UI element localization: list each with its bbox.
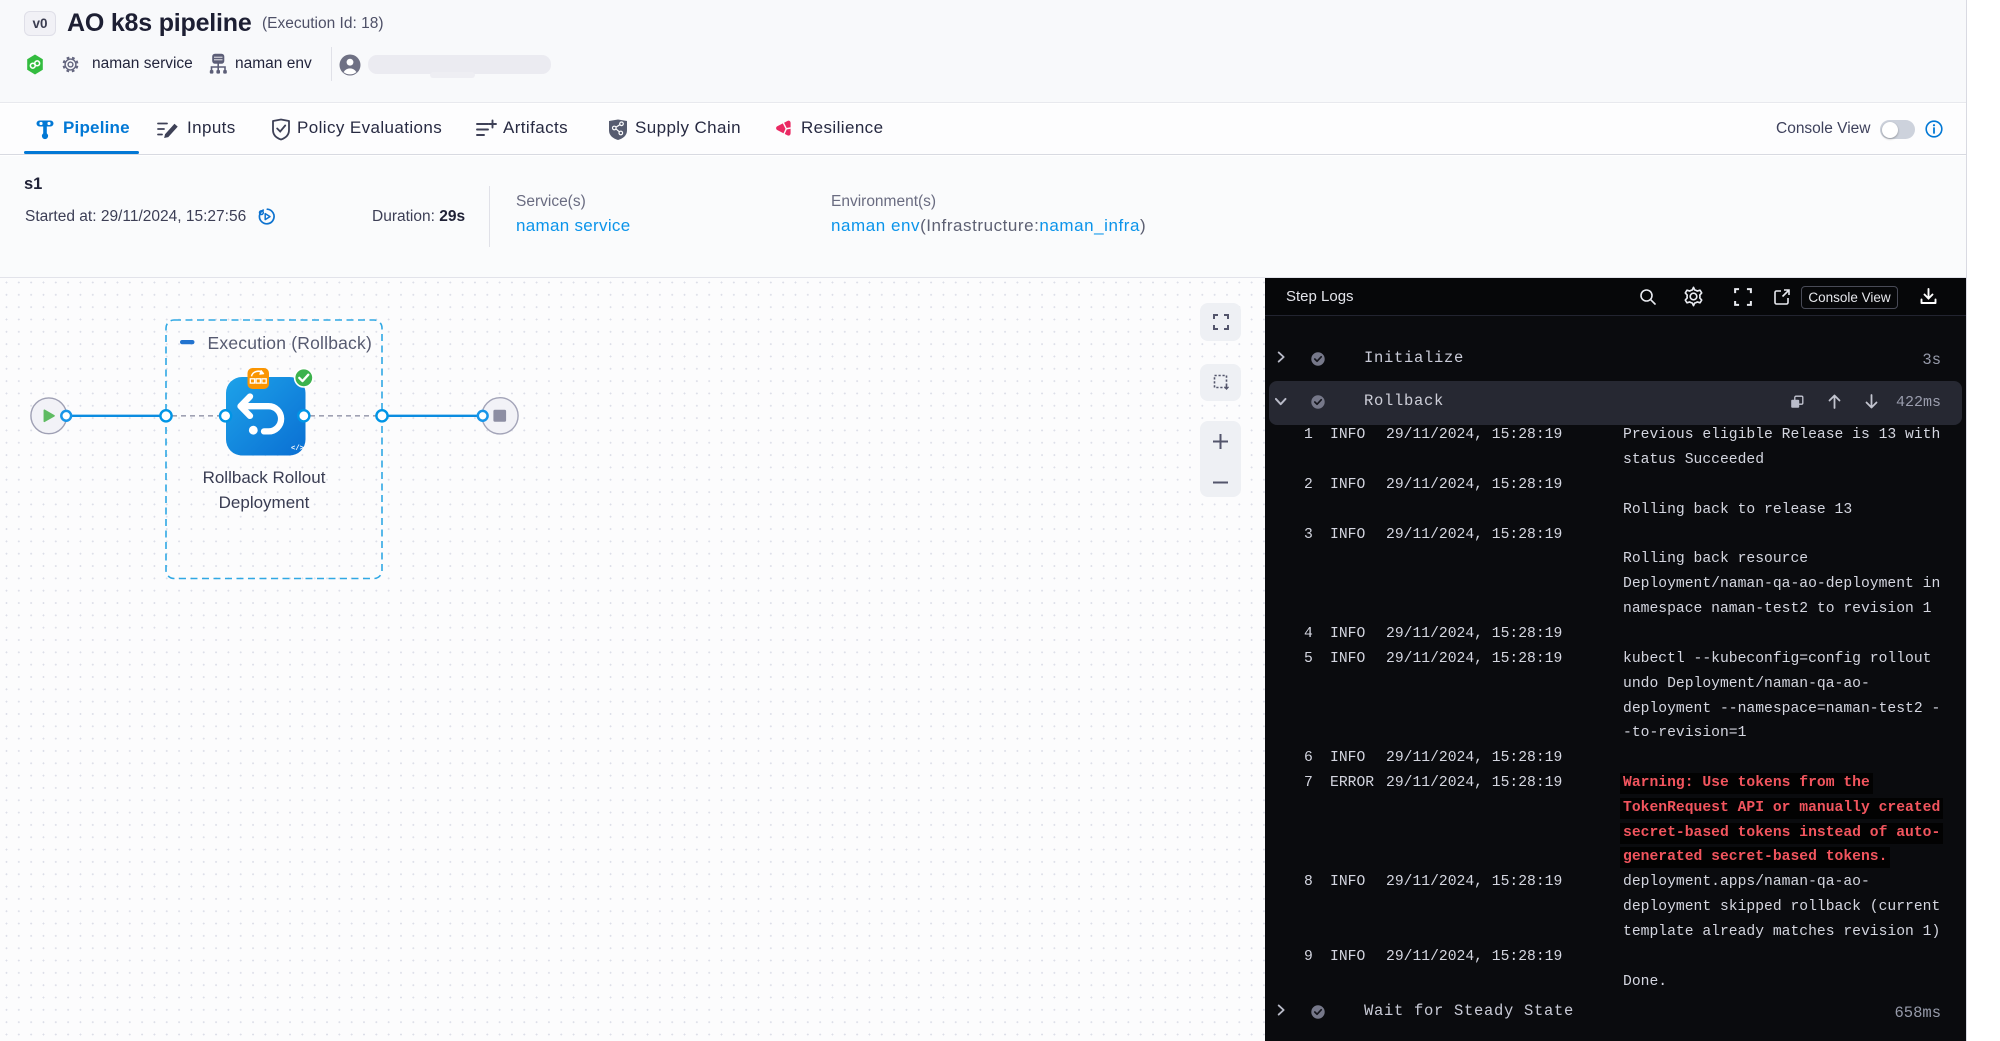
svg-text:</>: </> xyxy=(291,445,304,453)
